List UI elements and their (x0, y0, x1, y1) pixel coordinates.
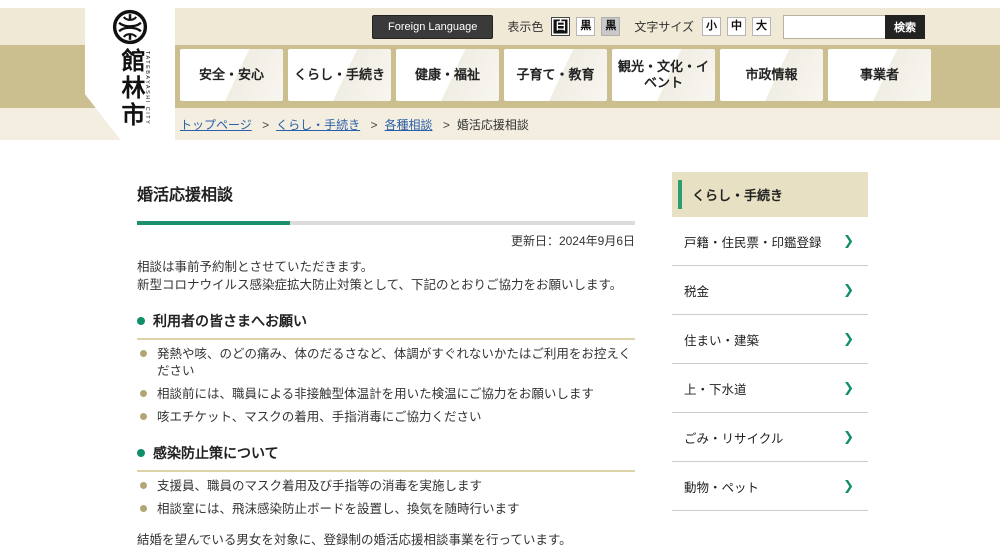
sidebar-item[interactable]: 戸籍・住民票・印鑑登録 ❯ (672, 217, 868, 266)
breadcrumb-separator: > (442, 117, 450, 132)
intro-line: 新型コロナウイルス感染症拡大防止対策として、下記のとおりご協力をお願いします。 (137, 277, 623, 292)
title-divider-accent (137, 221, 290, 225)
nav-tab[interactable]: 市政情報 (720, 49, 823, 101)
chevron-right-icon: ❯ (843, 282, 854, 297)
foreign-language-button[interactable]: Foreign Language (372, 14, 494, 39)
title-divider (137, 221, 635, 225)
city-name-english: TATEBAYASHI CITY (144, 51, 150, 126)
nav-tab[interactable]: 健康・福祉 (396, 49, 499, 101)
city-emblem-icon (112, 9, 148, 45)
list-item-text: 相談室には、飛沫感染防止ボードを設置し、換気を随時行います (157, 502, 520, 516)
section-infection-measures: 感染防止策について 支援員、職員のマスク着用及び手指等の消毒を実施します 相談室… (137, 444, 635, 518)
chevron-right-icon: ❯ (843, 331, 854, 346)
list-item: 相談前には、職員による非接触型体温計を用いた検温にご協力をお願いします (140, 386, 635, 403)
breadcrumb-item: トップページ > (180, 116, 276, 133)
list-item: 咳エチケット、マスクの着用、手指消毒にご協力ください (140, 409, 635, 426)
list-item-text: 咳エチケット、マスクの着用、手指消毒にご協力ください (157, 410, 482, 424)
font-size-medium-button[interactable]: 中 (727, 17, 746, 36)
sidebar-item-label: ごみ・リサイクル (684, 431, 784, 446)
search-box: 検索 (783, 14, 925, 39)
color-scheme-white-button[interactable]: 白 (551, 17, 571, 36)
nav-tab[interactable]: 安全・安心 (180, 49, 283, 101)
breadcrumb-item: 各種相談 > (385, 116, 457, 133)
updated-date: 更新日：2024年9月6日 (510, 234, 635, 248)
list-item-text: 支援員、職員のマスク着用及び手指等の消毒を実施します (157, 479, 483, 493)
bullet-icon (140, 390, 147, 397)
section-ring-icon (137, 449, 145, 457)
list-item: 支援員、職員のマスク着用及び手指等の消毒を実施します (140, 478, 635, 495)
search-button[interactable]: 検索 (885, 14, 925, 39)
sidebar-item-label: 上・下水道 (684, 382, 747, 397)
color-scheme-black-alt-button[interactable]: 黒 (601, 17, 621, 36)
breadcrumb-separator: > (262, 117, 270, 132)
nav-tab[interactable]: くらし・手続き (288, 49, 391, 101)
sidebar-item-label: 戸籍・住民票・印鑑登録 (684, 235, 822, 250)
sidebar-header-text: くらし・手続き (692, 188, 784, 203)
breadcrumb-current: 婚活応援相談 (456, 117, 529, 132)
section-heading: 利用者の皆さまへお願い (137, 312, 635, 330)
sidebar: くらし・手続き 戸籍・住民票・印鑑登録 ❯ 税金 ❯ 住まい・建築 ❯ 上・下水… (672, 172, 868, 511)
font-size-small-button[interactable]: 小 (702, 17, 721, 36)
section-heading-text: 感染防止策について (153, 445, 279, 461)
city-name: 館林市 (117, 48, 144, 129)
closing-paragraph: 結婚を望んでいる男女を対象に、登録制の婚活応援相談事業を行っています。 (137, 533, 572, 547)
nav-tab[interactable]: 事業者 (828, 49, 931, 101)
color-scheme-black-button[interactable]: 黒 (576, 17, 596, 36)
section-user-request: 利用者の皆さまへお願い 発熱や咳、のどの痛み、体のだるさなど、体調がすぐれないか… (137, 312, 635, 426)
section-heading-text: 利用者の皆さまへお願い (153, 313, 307, 329)
sidebar-item-label: 住まい・建築 (684, 333, 760, 348)
list-item-text: 発熱や咳、のどの痛み、体のだるさなど、体調がすぐれないかたはご利用をお控えくださ… (157, 347, 632, 378)
sidebar-item-label: 動物・ペット (684, 480, 760, 495)
chevron-right-icon: ❯ (843, 233, 854, 248)
display-color-label: 表示色 (507, 20, 544, 34)
font-size-large-button[interactable]: 大 (752, 17, 771, 36)
font-size-label: 文字サイズ (634, 20, 694, 34)
bullet-icon (140, 350, 147, 357)
search-input[interactable] (783, 14, 885, 39)
sidebar-item[interactable]: 上・下水道 ❯ (672, 364, 868, 413)
breadcrumb-link[interactable]: 各種相談 (385, 118, 433, 132)
sidebar-item[interactable]: 動物・ペット ❯ (672, 462, 868, 511)
section-heading: 感染防止策について (137, 444, 635, 462)
bullet-icon (140, 482, 147, 489)
breadcrumb-link[interactable]: くらし・手続き (276, 118, 360, 132)
article: 婚活応援相談 更新日：2024年9月6日 相談は事前予約制とさせていただきます。… (137, 140, 635, 549)
breadcrumb-separator: > (370, 117, 378, 132)
list-item: 発熱や咳、のどの痛み、体のだるさなど、体調がすぐれないかたはご利用をお控えくださ… (140, 346, 635, 380)
sidebar-item[interactable]: 税金 ❯ (672, 266, 868, 315)
chevron-right-icon: ❯ (843, 429, 854, 444)
list-item-text: 相談前には、職員による非接触型体温計を用いた検温にご協力をお願いします (157, 387, 594, 401)
page-title: 婚活応援相談 (137, 187, 234, 204)
section-ring-icon (137, 317, 145, 325)
sidebar-header: くらし・手続き (672, 172, 868, 217)
breadcrumb-link[interactable]: トップページ (180, 118, 252, 132)
sidebar-item[interactable]: ごみ・リサイクル ❯ (672, 413, 868, 462)
nav-tab[interactable]: 子育て・教育 (504, 49, 607, 101)
chevron-right-icon: ❯ (843, 380, 854, 395)
sidebar-item[interactable]: 住まい・建築 ❯ (672, 315, 868, 364)
bullet-icon (140, 413, 147, 420)
intro-line: 相談は事前予約制とさせていただきます。 (137, 260, 374, 274)
sidebar-item-label: 税金 (684, 284, 710, 299)
sidebar-header-accent-bar (678, 180, 682, 209)
breadcrumb-item: くらし・手続き > (276, 116, 384, 133)
bullet-icon (140, 505, 147, 512)
list-item: 相談室には、飛沫感染防止ボードを設置し、換気を随時行います (140, 501, 635, 518)
nav-tab[interactable]: 観光・文化・イベント (612, 49, 715, 101)
chevron-right-icon: ❯ (843, 478, 854, 493)
section-divider (137, 470, 635, 472)
section-divider (137, 338, 635, 340)
